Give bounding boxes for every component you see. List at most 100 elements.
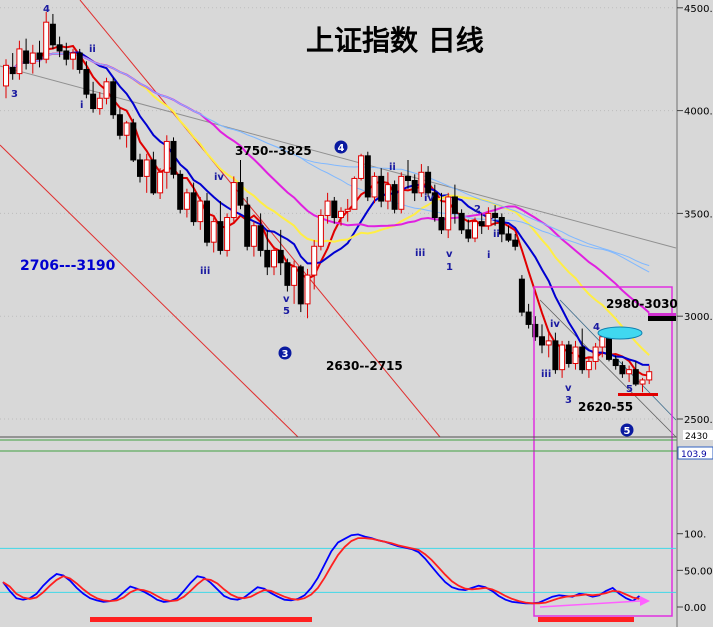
candle-down [257,225,264,251]
wave-label: v [565,383,572,394]
candle-down [451,196,458,214]
wave-label: iv [424,193,434,204]
candle-up [311,245,318,276]
candle-up [545,340,552,346]
candle-down [378,175,385,202]
wave-circle-label: 4 [338,143,345,154]
wave-label: iii [415,248,425,259]
candle-up [639,379,646,385]
candle-up [43,21,50,60]
candle-down [492,212,499,219]
wave-label: ii [389,162,396,173]
candle-down [217,221,224,251]
candle-up [210,221,217,243]
range-label: 2630--2715 [326,359,403,373]
candle-up [183,192,190,210]
candle-down [606,336,612,360]
candle-up [230,182,237,219]
candle-up [646,371,653,381]
wave-label: iii [541,369,551,380]
axis-tick-label: 2500. [684,415,713,426]
candle-down [264,249,271,268]
candle-down [277,249,284,264]
candle-up [599,336,606,348]
price-flag-label: 2430 [685,432,708,442]
candle-up [157,171,164,194]
candle-down [579,346,586,371]
candle-down [36,52,43,60]
wave-label: 4 [593,322,600,333]
candle-down [9,66,16,75]
candle-up [572,346,579,364]
candle-up [123,122,130,136]
range-label: 2706---3190 [20,258,116,274]
candle-up [585,360,592,371]
bottom-highlight-bar [538,617,634,622]
target-marker-black [648,316,676,321]
candle-up [384,184,391,202]
candle-down [284,262,291,286]
axis-tick-label: 4000. [684,107,713,118]
wave-label: 4 [43,4,50,15]
candle-down [331,200,338,219]
axis-tick-label: 50.00 [684,566,713,577]
candle-down [116,114,123,136]
candle-up [472,221,478,239]
candle-down [458,212,465,231]
candle-down [83,68,90,95]
candle-down [619,365,626,375]
candle-down [63,50,70,60]
candle-down [391,184,398,210]
wave-label: 1 [446,262,453,273]
candle-down [150,159,157,194]
candle-up [358,155,365,179]
candle-down [512,239,519,247]
candle-down [297,266,304,305]
candle-up [304,274,311,305]
wave-label: i [80,100,83,111]
chart-svg: 4500.4000.3500.3000.2500.2430103.9100.50… [0,0,713,627]
candle-up [418,171,425,194]
stock-chart: 4500. 4000. 3500. 3000. 2500. 2430 103.9 100. 50… [0,0,713,627]
candle-down [23,50,30,64]
candle-up [224,217,231,251]
candle-down [170,140,177,175]
wave-label: v [283,294,290,305]
bottom-highlight-bar [90,617,312,622]
candle-up [143,159,150,177]
target-marker-magenta [648,313,676,316]
candle-down [110,81,117,116]
candle-down [76,52,83,70]
candle-up [626,369,633,375]
candle-up [485,212,492,227]
wave-label: 5 [283,306,290,317]
candle-down [177,173,184,210]
candle-down [204,200,210,243]
candle-up [96,97,103,110]
candle-down [539,336,545,346]
candle-up [70,52,76,60]
candle-down [438,217,445,231]
wave-label: iv [214,172,224,183]
candle-down [525,311,532,325]
candle-down [130,122,137,161]
candle-up [291,266,298,286]
candle-down [56,44,63,52]
wave-label: v [446,249,453,260]
candle-down [49,23,56,46]
target-ellipse [597,326,643,340]
candle-down [137,159,143,177]
axis-tick-label: 3000. [684,312,713,323]
wave-label: 2 [474,204,481,215]
candle-down [552,340,559,371]
candle-down [505,233,512,241]
support-marker [618,393,658,396]
indicator-flag-label: 103.9 [681,450,707,460]
candle-down [612,358,619,367]
candle-down [632,369,639,385]
axis-tick-label: 4500. [684,4,713,15]
candle-up [103,81,110,99]
axis-tick-label: 3500. [684,209,713,220]
axis-tick-label: 0.00 [684,603,706,614]
candle-down [237,182,244,206]
